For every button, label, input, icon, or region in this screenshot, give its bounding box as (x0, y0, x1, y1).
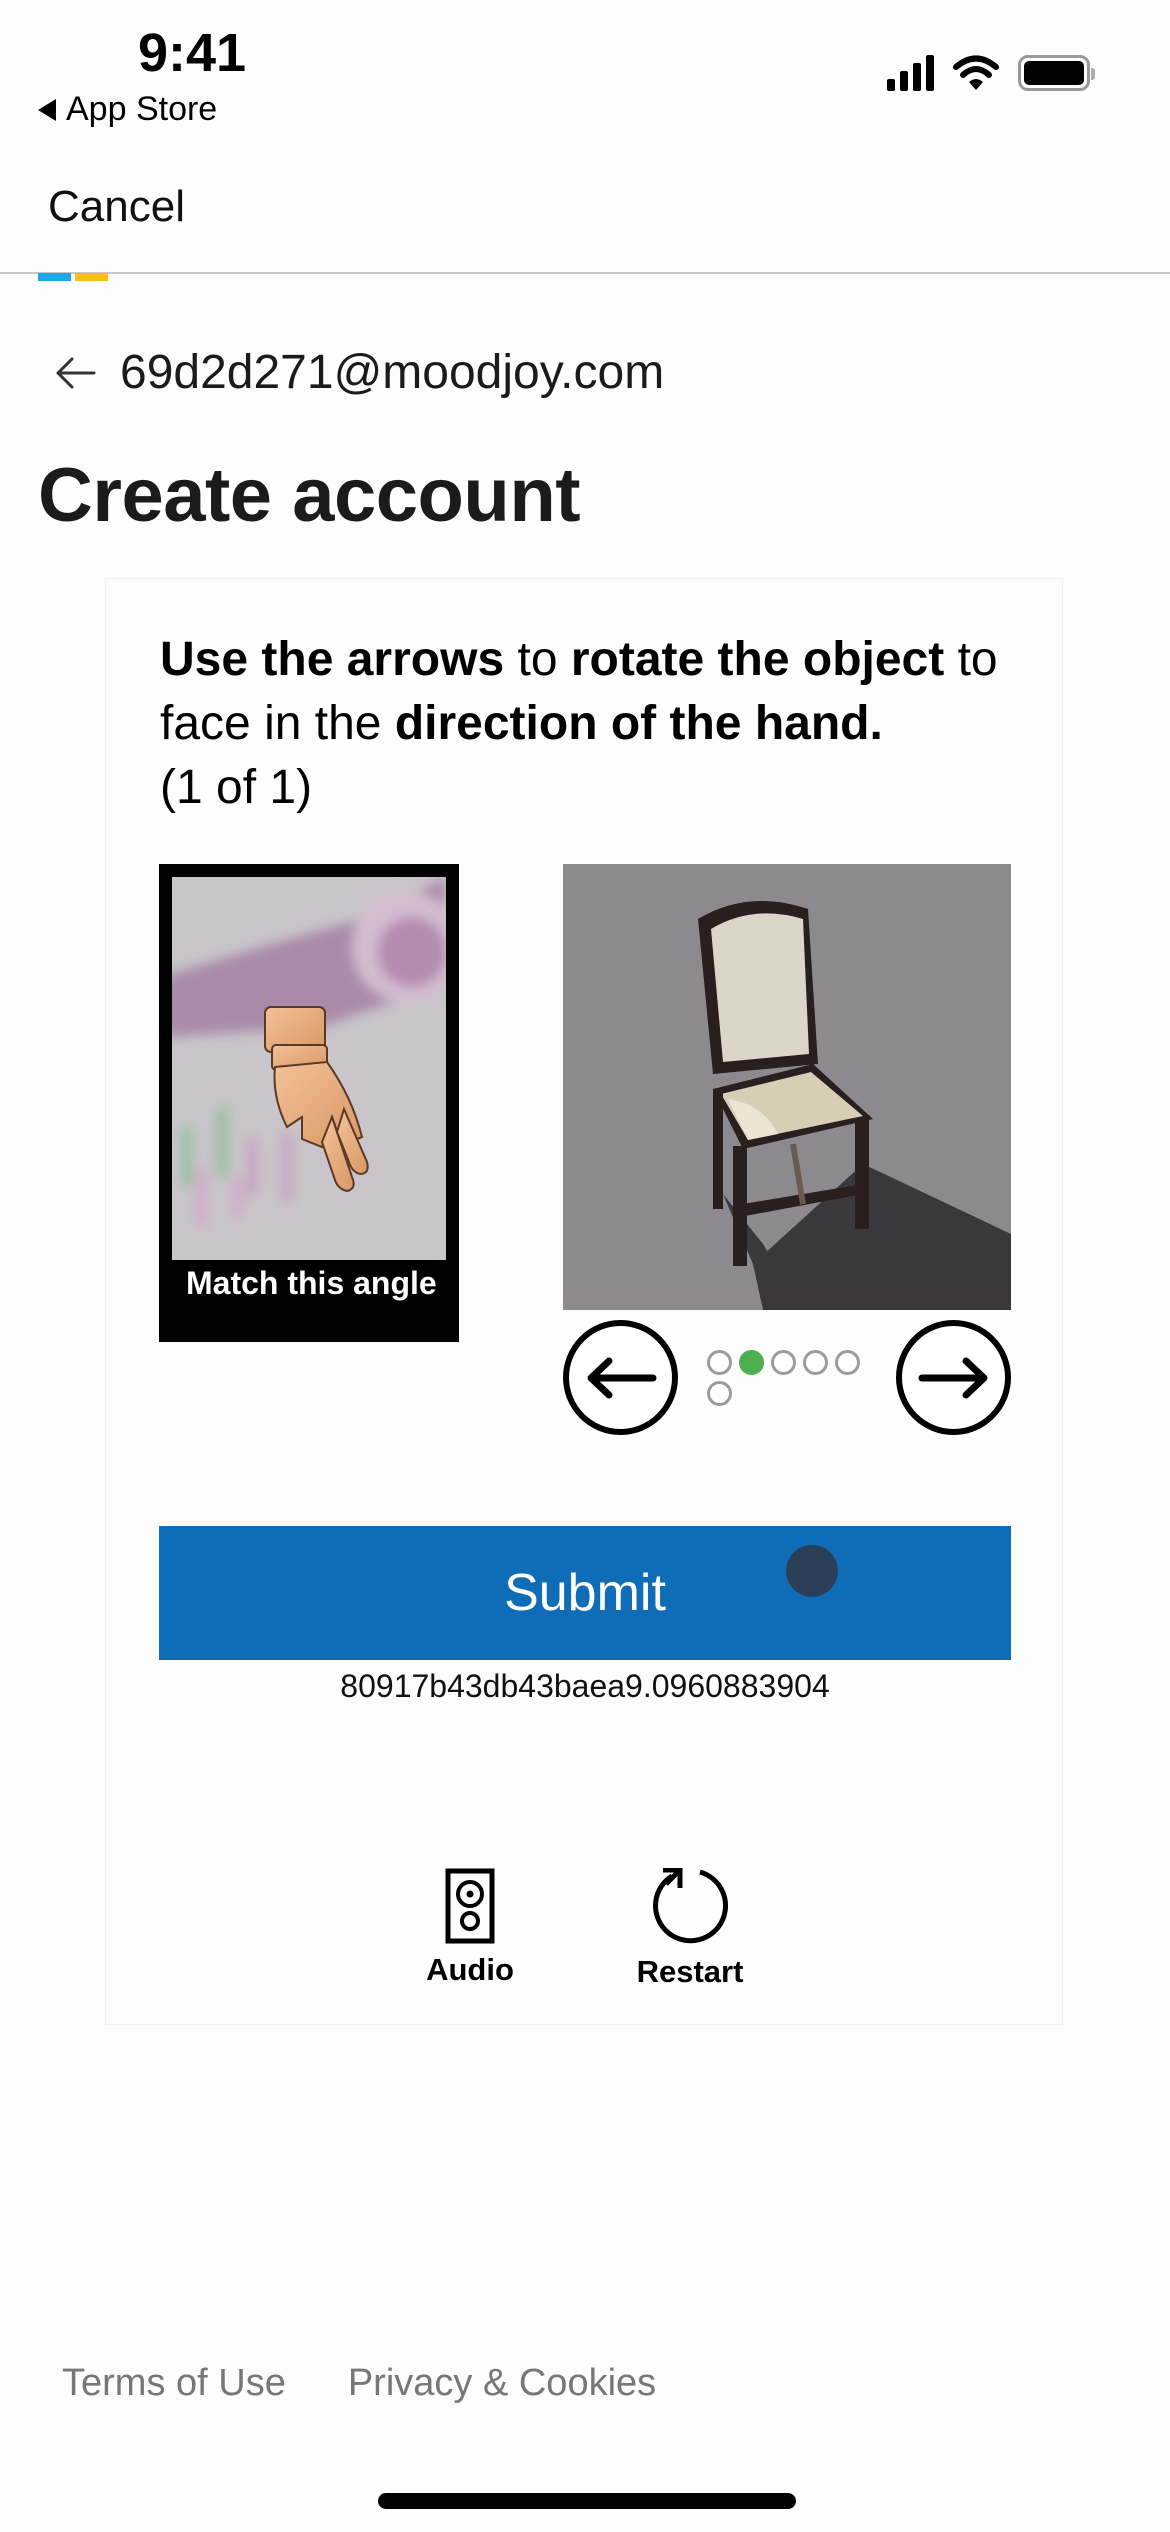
restart-button[interactable]: Restart (630, 1868, 750, 1990)
restart-icon (653, 1868, 729, 1944)
rotation-pager (707, 1350, 867, 1406)
cellular-signal-icon (887, 55, 934, 91)
instruction-text-2: to (504, 633, 571, 686)
pager-dot (771, 1350, 796, 1375)
reference-image-label: Match this angle (186, 1265, 437, 1301)
reference-image-panel: Match this angle (159, 864, 459, 1342)
logo-blue-segment (38, 273, 71, 281)
instruction-bold-1: Use the arrows (160, 633, 505, 686)
reference-hand-image (172, 877, 446, 1260)
challenge-instructions: Use the arrows to rotate the object to f… (160, 628, 1020, 820)
page-title: Create account (38, 453, 581, 538)
audio-challenge-button[interactable]: Audio (420, 1868, 520, 1988)
arrow-left-icon (56, 357, 96, 388)
pager-dot (803, 1350, 828, 1375)
audio-label: Audio (426, 1952, 514, 1987)
pager-dot (707, 1381, 732, 1406)
challenge-progress: (1 of 1) (160, 761, 313, 814)
back-app-label: App Store (66, 90, 218, 128)
battery-icon (1018, 55, 1095, 91)
instruction-bold-5: direction of the hand. (394, 697, 883, 750)
touch-indicator (786, 1545, 838, 1597)
rotate-right-button[interactable] (896, 1320, 1011, 1435)
arrow-right-circle-icon (918, 1357, 987, 1398)
arrow-left-circle-icon (587, 1357, 656, 1398)
restart-label: Restart (636, 1954, 744, 1989)
logo-yellow-segment (75, 273, 108, 281)
pager-dot (835, 1350, 860, 1375)
pager-dot-active (739, 1350, 764, 1375)
back-to-app-store[interactable]: App Store (38, 90, 217, 129)
cancel-button[interactable]: Cancel (48, 182, 185, 232)
submit-button[interactable]: Submit (159, 1526, 1011, 1660)
rotatable-object-image (563, 864, 1011, 1310)
footer-links: Terms of Use Privacy & Cookies (62, 2362, 656, 2405)
wifi-icon (953, 55, 999, 90)
identity-back-link[interactable]: 69d2d271@moodjoy.com (54, 345, 664, 400)
status-icons (887, 54, 1095, 92)
account-email: 69d2d271@moodjoy.com (120, 346, 665, 399)
nav-divider (0, 272, 1170, 274)
terms-of-use-link[interactable]: Terms of Use (62, 2362, 286, 2405)
status-time: 9:41 (138, 23, 247, 83)
instruction-bold-3: rotate the object (570, 633, 945, 686)
back-triangle-icon (38, 98, 56, 121)
privacy-cookies-link[interactable]: Privacy & Cookies (348, 2362, 656, 2405)
session-id: 80917b43db43baea9.0960883904 (340, 1668, 830, 1704)
speaker-icon (445, 1868, 495, 1944)
pager-dot (707, 1350, 732, 1375)
brand-logo (38, 273, 108, 281)
rotate-left-button[interactable] (563, 1320, 678, 1435)
home-indicator[interactable] (378, 2493, 796, 2509)
